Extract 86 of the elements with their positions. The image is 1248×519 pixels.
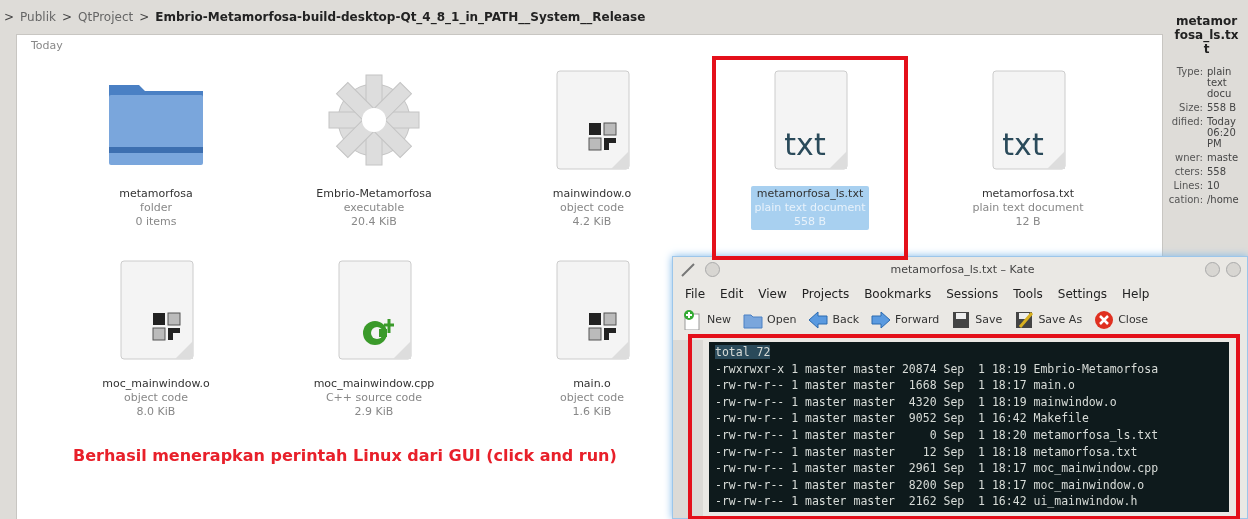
file-name: metamorfosa [119,187,193,201]
property-label: cters: [1173,166,1203,177]
file-name: moc_mainwindow.cpp [313,377,435,391]
property-value: Today 06:20 PM [1207,116,1237,149]
file-size: 1.6 KiB [572,405,612,419]
file-type: folder [140,201,172,215]
property-label: cation: [1169,194,1203,205]
breadcrumb-item[interactable]: Embrio-Metamorfosa-build-desktop-Qt_4_8_1_in_PATH__System__Release [155,10,646,24]
file-type: C++ source code [325,391,423,405]
file-name: Embrio-Metamorfosa [316,187,432,201]
menu-item[interactable]: Edit [720,286,744,301]
file-label[interactable]: metamorfosa_ls.txt plain text document 558 B [751,186,869,230]
file-label[interactable]: main.o object code 1.6 KiB [557,376,627,420]
file-size: 0 items [135,215,177,229]
toolbar-button[interactable]: Back [808,309,860,330]
menu-item[interactable]: Sessions [946,286,999,301]
file-type: plain text document [754,201,866,215]
menu-item[interactable]: Help [1122,286,1150,301]
toolbar-button[interactable]: Forward [871,309,940,330]
property-label: Type: [1175,66,1203,79]
file-label[interactable]: moc_mainwindow.cpp C++ source code 2.9 KiB [310,376,438,420]
property-value: maste [1207,152,1240,163]
text-line: -rw-rw-r-- 1 master master 2961 Sep 1 18:17 moc_mainwindow.cpp [715,461,1159,476]
property-value: plain text docu [1207,66,1233,99]
file-type: executable [343,201,405,215]
file-size: 8.0 KiB [136,405,176,419]
property-value: 558 [1207,166,1228,177]
left-arrow-icon [808,309,829,330]
toolbar-button[interactable]: New [683,309,731,330]
menu-item[interactable]: View [758,286,787,301]
file-name: metamorfosa.txt [981,187,1075,201]
menu-item[interactable]: Settings [1057,286,1107,301]
file-label[interactable]: moc_mainwindow.o object code 8.0 KiB [99,376,213,420]
close-icon [1094,309,1115,330]
text-line: -rw-rw-r-- 1 master master 9052 Sep 1 16:42 Makefile [715,411,1089,426]
file-type: object code [560,201,624,215]
text-line: -rw-rw-r-- 1 master master 1668 Sep 1 18:17 main.o [715,378,1076,393]
property-value: 10 [1207,180,1221,191]
right-arrow-icon [871,309,892,330]
caption-text: Berhasil menerapkan perintah Linux dari GUI (click and run) [73,446,617,465]
menu-item[interactable]: Tools [1013,286,1043,301]
plus-icon [683,309,703,330]
text-line: -rw-rw-r-- 1 master master 12 Sep 1 18:18 metamorfosa.txt [715,444,1138,459]
text-line: -rw-rw-r-- 1 master master 8200 Sep 1 18:17 moc_mainwindow.o [715,477,1145,492]
file-size: 20.4 KiB [351,215,397,229]
window-title: metamorfosa_ls.txt – Kate [889,262,1036,276]
file-label[interactable]: mainwindow.o object code 4.2 KiB [549,186,635,230]
menu-item[interactable]: Projects [801,286,850,301]
file-label[interactable]: metamorfosa.txt plain text document 12 B [969,186,1087,230]
menu-item[interactable]: Bookmarks [864,286,932,301]
file-size: 4.2 KiB [572,215,612,229]
separator-text: > [4,10,15,24]
group-header: Today [30,39,64,52]
separator-text: > [139,10,150,24]
file-label[interactable]: metamorfosa folder 0 items [116,186,196,230]
property-label: Lines: [1172,180,1203,191]
toolbar-button[interactable]: Open [743,309,797,330]
text-line: -rwxrwxr-x 1 master master 20874 Sep 1 18:19 Embrio-Metamorfosa [715,361,1159,376]
file-size: 2.9 KiB [354,405,394,419]
floppy-pen-icon [1014,309,1035,330]
text-line: -rw-rw-r-- 1 master master 0 Sep 1 18:20 metamorfosa_ls.txt [715,428,1159,443]
file-type: plain text document [972,201,1084,215]
property-value: 558 B [1207,102,1238,113]
property-label: Size: [1178,102,1203,113]
file-type: object code [560,391,624,405]
file-type: object code [124,391,188,405]
toolbar-button[interactable]: Close [1094,309,1149,330]
text-line: -rw-rw-r-- 1 master master 2162 Sep 1 16:42 ui_mainwindow.h [715,494,1138,509]
file-size: 12 B [1015,215,1041,229]
property-label: dified: [1170,116,1203,129]
breadcrumb-item[interactable]: QtProject [78,10,134,24]
info-title: metamorfosa_ls.txt [1174,14,1239,56]
file-name: metamorfosa_ls.txt [756,187,864,201]
property-value: /home [1207,194,1240,205]
file-label[interactable]: Embrio-Metamorfosa executable 20.4 KiB [313,186,435,230]
file-name: moc_mainwindow.o [102,377,210,391]
separator-text: > [61,10,72,24]
toolbar-button[interactable]: Save As [1014,309,1083,330]
breadcrumb-item[interactable]: Publik [20,10,56,24]
property-label: wner: [1174,152,1203,163]
text-line: -rw-rw-r-- 1 master master 4320 Sep 1 18:19 mainwindow.o [715,394,1117,409]
file-size: 558 B [793,215,826,229]
file-name: main.o [573,377,611,391]
toolbar-button[interactable]: Save [951,309,1003,330]
menu-item[interactable]: File [685,286,706,301]
file-name: mainwindow.o [552,187,632,201]
